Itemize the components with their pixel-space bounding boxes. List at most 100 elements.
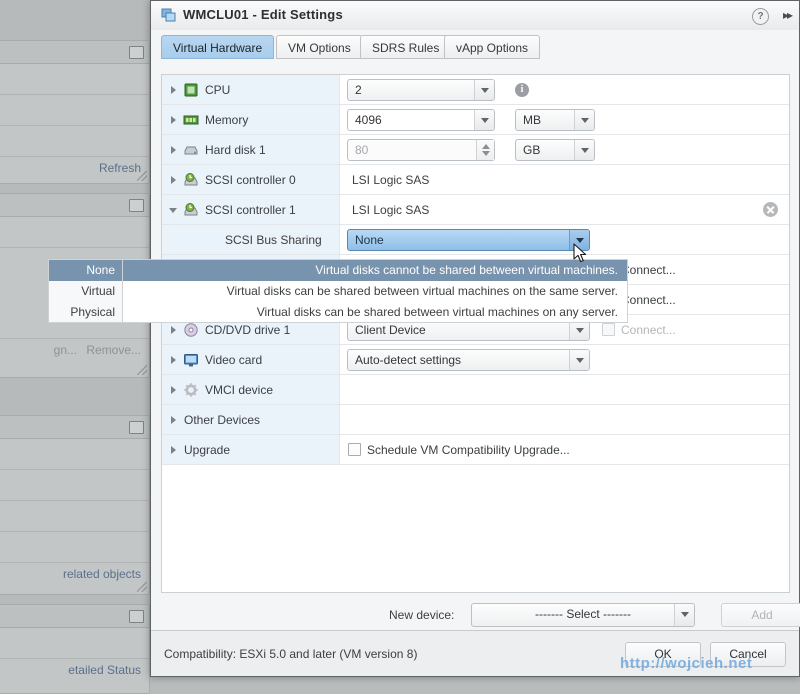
device-row-upgrade: Upgrade Schedule VM Compatibility Upgrad… <box>162 435 789 465</box>
dropdown-description-physical: Virtual disks can be shared between virt… <box>123 302 627 323</box>
dropdown-description-none: Virtual disks cannot be shared between v… <box>123 260 627 281</box>
device-label: Video card <box>205 345 262 375</box>
device-label: Other Devices <box>184 405 260 435</box>
resize-grip[interactable] <box>137 582 147 592</box>
checkbox-icon[interactable] <box>348 443 361 456</box>
minimize-icon[interactable] <box>129 199 144 212</box>
hard-disk-unit-dropdown[interactable]: GB <box>515 139 595 161</box>
add-device-button: Add <box>721 603 800 627</box>
expand-twisty-cpu[interactable] <box>171 86 176 94</box>
expand-twisty-other-devices[interactable] <box>171 416 176 424</box>
portlet-body: net.net related objects <box>0 439 149 593</box>
vm-icon <box>161 7 177 23</box>
device-row-memory: Memory 4096 MB <box>162 105 789 135</box>
checkbox-icon <box>602 323 615 336</box>
memory-unit-dropdown[interactable]: MB <box>515 109 595 131</box>
scsi-bus-sharing-label: SCSI Bus Sharing <box>225 225 322 255</box>
chevron-down-icon <box>474 80 494 100</box>
video-card-settings-dropdown[interactable]: Auto-detect settings <box>347 349 590 371</box>
cddvd-source-value: Client Device <box>355 320 426 340</box>
device-row-vmci-device: VMCI device <box>162 375 789 405</box>
portlet-header <box>0 416 149 439</box>
expand-twisty-memory[interactable] <box>171 116 176 124</box>
detailed-status-link[interactable]: etailed Status <box>68 663 141 677</box>
schedule-upgrade-label: Schedule VM Compatibility Upgrade... <box>367 435 570 465</box>
device-label: Hard disk 1 <box>205 135 266 165</box>
help-icon[interactable]: ? <box>752 8 769 25</box>
background-portlet-1: Refresh <box>0 40 150 184</box>
remove-link[interactable]: Remove... <box>86 343 141 357</box>
device-row-cpu: CPU 2 i <box>162 75 789 105</box>
dialog-title: WMCLU01 - Edit Settings <box>183 7 343 22</box>
video-card-settings-value: Auto-detect settings <box>355 350 461 370</box>
expand-twisty-cddvd[interactable] <box>171 326 176 334</box>
dropdown-option-column: None Virtual Physical <box>48 259 123 323</box>
memory-icon <box>183 112 199 128</box>
device-row-scsi-bus-sharing: SCSI Bus Sharing None <box>162 225 789 255</box>
related-objects-link[interactable]: related objects <box>63 567 141 581</box>
harddisk-icon <box>183 142 199 158</box>
tab-vm-options[interactable]: VM Options <box>276 35 363 59</box>
stepper-arrows-icon[interactable] <box>476 140 494 160</box>
expand-twisty-scsi-0[interactable] <box>171 176 176 184</box>
edit-settings-dialog: WMCLU01 - Edit Settings ? ▸▸ Virtual Har… <box>150 0 800 677</box>
watermark-text: http://wojcieh.net <box>620 655 752 672</box>
hard-disk-size-stepper[interactable]: 80 <box>347 139 495 161</box>
device-row-hard-disk-1: Hard disk 1 80 GB <box>162 135 789 165</box>
virtual-hardware-device-list: CPU 2 i Memory 4096 <box>161 74 790 593</box>
minimize-icon[interactable] <box>129 610 144 623</box>
portlet-body: Refresh <box>0 64 149 187</box>
mouse-cursor <box>573 243 589 265</box>
tab-virtual-hardware[interactable]: Virtual Hardware <box>161 35 274 59</box>
portlet-header <box>0 41 149 64</box>
expand-twisty-upgrade[interactable] <box>171 446 176 454</box>
collapse-twisty-scsi-1[interactable] <box>169 208 177 213</box>
scsi-icon <box>183 202 199 218</box>
scsi-bus-sharing-dropdown-popup[interactable]: None Virtual Physical Virtual disks cann… <box>48 259 628 323</box>
resize-grip[interactable] <box>137 365 147 375</box>
minimize-icon[interactable] <box>129 46 144 59</box>
dialog-titlebar: WMCLU01 - Edit Settings ? ▸▸ <box>151 1 799 31</box>
scsi-bus-sharing-dropdown[interactable]: None <box>347 229 590 251</box>
new-device-select[interactable]: ------- Select ------- <box>471 603 695 627</box>
chevron-down-icon <box>474 110 494 130</box>
compatibility-text: Compatibility: ESXi 5.0 and later (VM ve… <box>164 647 417 661</box>
device-label: Memory <box>205 105 248 135</box>
remove-device-button[interactable] <box>763 202 778 217</box>
dropdown-option-none[interactable]: None <box>49 260 122 281</box>
dropdown-option-physical[interactable]: Physical <box>49 302 122 323</box>
device-label: SCSI controller 1 <box>205 195 296 225</box>
expand-twisty-vmci[interactable] <box>171 386 176 394</box>
scsi-icon <box>183 172 199 188</box>
portlet-header <box>0 194 149 217</box>
chevron-down-icon <box>569 320 589 340</box>
cpu-info-icon[interactable]: i <box>515 83 529 97</box>
connect-label: Connect... <box>621 255 676 285</box>
tab-sdrs-rules[interactable]: SDRS Rules <box>360 35 451 59</box>
chevron-down-icon <box>574 140 594 160</box>
cddvd-icon <box>183 322 199 338</box>
hard-disk-size-value: 80 <box>355 140 368 160</box>
memory-size-input[interactable]: 4096 <box>347 109 495 131</box>
expand-twisty-video-card[interactable] <box>171 356 176 364</box>
device-label: VMCI device <box>205 375 273 405</box>
minimize-icon[interactable] <box>129 421 144 434</box>
tab-bar: Virtual Hardware VM Options SDRS Rules v… <box>151 30 799 61</box>
dropdown-option-virtual[interactable]: Virtual <box>49 281 122 302</box>
dropdown-description-virtual: Virtual disks can be shared between virt… <box>123 281 627 302</box>
expand-twisty-hard-disk[interactable] <box>171 146 176 154</box>
refresh-link[interactable]: Refresh <box>99 161 141 175</box>
expand-icon[interactable]: ▸▸ <box>783 9 791 21</box>
portlet-body: etailed Status <box>0 628 149 689</box>
dropdown-description-column: Virtual disks cannot be shared between v… <box>123 259 628 323</box>
cpu-count-dropdown[interactable]: 2 <box>347 79 495 101</box>
device-row-other-devices: Other Devices <box>162 405 789 435</box>
assign-link[interactable]: gn... <box>54 343 77 357</box>
chevron-down-icon <box>569 350 589 370</box>
device-label: Upgrade <box>184 435 230 465</box>
tab-vapp-options[interactable]: vApp Options <box>444 35 540 59</box>
device-label: SCSI controller 0 <box>205 165 296 195</box>
scsi-1-type: LSI Logic SAS <box>352 195 429 225</box>
new-device-label: New device: <box>389 608 454 622</box>
resize-grip[interactable] <box>137 171 147 181</box>
